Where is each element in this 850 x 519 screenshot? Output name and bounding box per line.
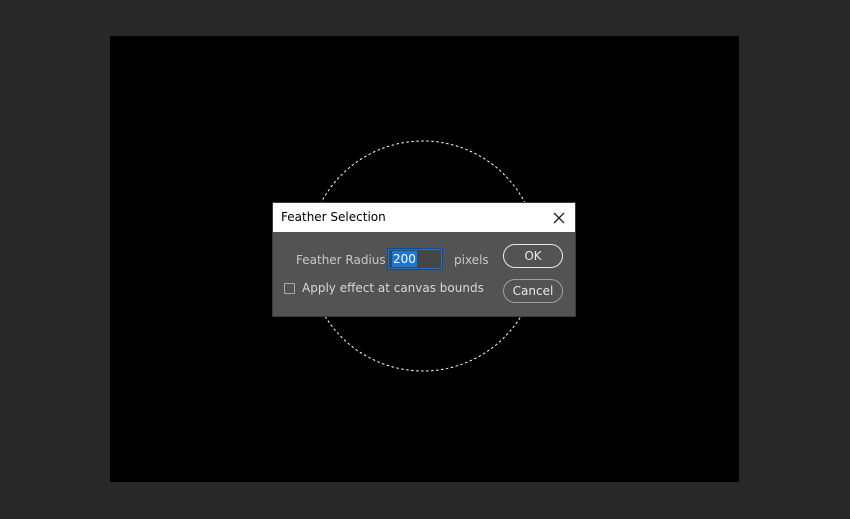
dialog-titlebar[interactable]: Feather Selection xyxy=(273,203,575,232)
canvas-bounds-label[interactable]: Apply effect at canvas bounds xyxy=(302,281,484,295)
canvas-bounds-checkbox[interactable] xyxy=(284,283,295,294)
feather-radius-input[interactable]: 200 xyxy=(388,249,442,269)
feather-radius-label: Feather Radius: xyxy=(296,253,390,267)
radius-unit-label: pixels xyxy=(454,253,489,267)
close-icon xyxy=(553,212,565,224)
ok-button[interactable]: OK xyxy=(503,244,563,268)
close-button[interactable] xyxy=(549,208,569,228)
dialog-body: Feather Radius: 200 pixels Apply effect … xyxy=(273,232,575,316)
cancel-button[interactable]: Cancel xyxy=(503,279,563,303)
feather-radius-value: 200 xyxy=(392,251,417,267)
feather-selection-dialog: Feather Selection Feather Radius: 200 pi… xyxy=(273,203,575,316)
dialog-title: Feather Selection xyxy=(281,210,386,224)
photoshop-workspace: Feather Selection Feather Radius: 200 pi… xyxy=(0,0,850,519)
